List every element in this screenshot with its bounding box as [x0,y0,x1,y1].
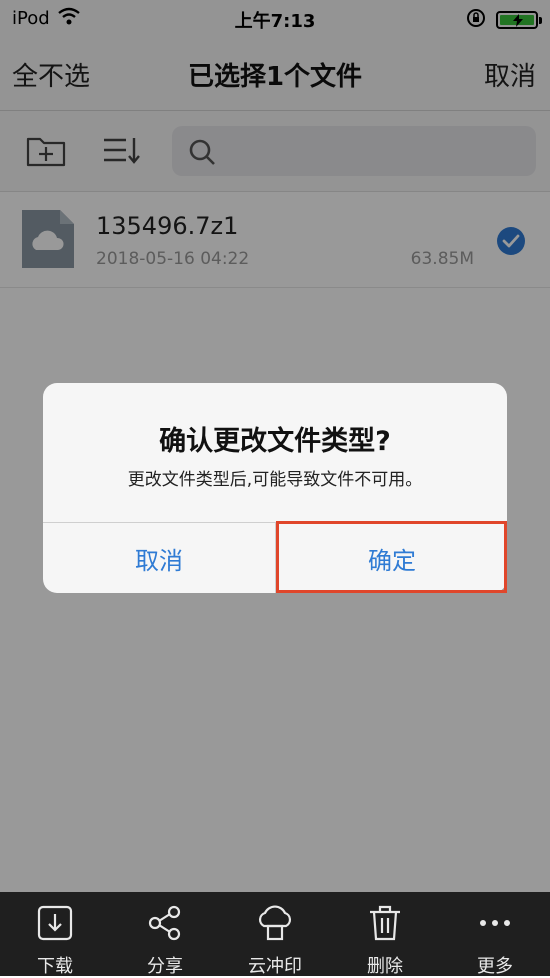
bottom-toolbar: 下载 分享 云冲印 删除 更多 [0,892,550,977]
tab-more[interactable]: 更多 [440,892,550,977]
dialog-message: 更改文件类型后,可能导致文件不可用。 [127,470,423,490]
trash-icon [370,905,400,941]
tab-cloud-print[interactable]: 云冲印 [220,892,330,977]
download-icon [37,905,73,941]
confirm-highlight-box [276,521,507,593]
tab-label: 删除 [367,956,403,977]
tab-label: 下载 [37,956,73,977]
tab-label: 云冲印 [248,956,302,977]
more-icon [480,920,510,926]
dialog-cancel-button[interactable]: 取消 [43,523,275,593]
tab-label: 分享 [147,956,183,977]
dialog-title: 确认更改文件类型? [159,426,391,457]
tab-delete[interactable]: 删除 [330,892,440,977]
tab-download[interactable]: 下载 [0,892,110,977]
share-icon [148,905,181,941]
cloud-print-icon [258,905,292,941]
tab-label: 更多 [477,956,513,977]
tab-share[interactable]: 分享 [110,892,220,977]
